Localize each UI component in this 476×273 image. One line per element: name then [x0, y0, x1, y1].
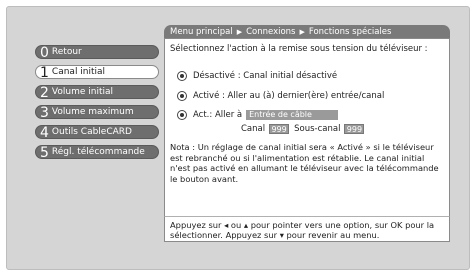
sidebar-item-number: 2 — [40, 85, 49, 101]
input-source-field[interactable]: Entrée de câble — [246, 110, 339, 120]
channel-field[interactable]: 999 — [269, 124, 290, 134]
sidebar-item-label: Retour — [51, 47, 82, 57]
sidebar-item-label: Volume maximum — [51, 107, 134, 117]
help-text: Appuyez sur — [170, 220, 222, 230]
sidebar-item-number: 5 — [40, 145, 49, 161]
option-label: Désactivé : Canal initial désactivé — [193, 71, 338, 81]
help-text: pour revenir au menu. — [286, 230, 380, 240]
help-text: ou — [230, 220, 242, 230]
sidebar-item-label: Outils CableCARD — [51, 127, 132, 137]
breadcrumb-arrow-icon: ▶ — [299, 27, 305, 36]
breadcrumb-arrow-icon: ▶ — [236, 27, 243, 36]
sidebar-item-maximum-volume[interactable]: 3 Volume maximum — [35, 105, 159, 121]
channel-label: Canal — [241, 124, 266, 134]
breadcrumb-item-special-functions: Fonctions spéciales — [308, 26, 392, 37]
up-arrow-icon: ▴ — [243, 220, 249, 230]
option-label: Activé : Aller au (à) dernier(ère) entré… — [193, 91, 385, 101]
sidebar-item-number: 3 — [40, 105, 49, 121]
option-disabled[interactable]: Désactivé : Canal initial désactivé — [177, 71, 337, 81]
panel-prompt: Sélectionnez l'action à la remise sous t… — [170, 44, 428, 54]
channel-row: Canal 999 Sous-canal 999 — [241, 124, 369, 134]
sidebar-item-number: 1 — [40, 65, 49, 81]
subchannel-field[interactable]: 999 — [344, 124, 365, 134]
breadcrumb-item-main-menu[interactable]: Menu principal — [170, 27, 233, 37]
note-text: Nota : Un réglage de canal initial sera … — [170, 142, 439, 184]
down-arrow-icon: ▾ — [279, 230, 284, 240]
sidebar-item-initial-volume[interactable]: 2 Volume initial — [35, 85, 159, 101]
radio-button-icon[interactable] — [177, 71, 187, 81]
sidebar-item-cablecard-tools[interactable]: 4 Outils CableCARD — [35, 125, 159, 141]
option-label: Act.: Aller à — [193, 110, 243, 120]
left-arrow-icon: ◂ — [224, 220, 229, 230]
option-last-input[interactable]: Activé : Aller au (à) dernier(ère) entré… — [177, 91, 384, 101]
breadcrumb: Menu principal ▶ Connexions ▶ Fonctions … — [164, 25, 450, 38]
sidebar-item-back[interactable]: 0 Retour — [35, 45, 159, 61]
settings-panel: Sélectionnez l'action à la remise sous t… — [164, 38, 450, 242]
breadcrumb-item-connections[interactable]: Connexions — [246, 27, 295, 37]
sidebar-item-number: 4 — [40, 125, 49, 141]
sidebar-item-initial-channel[interactable]: 1 Canal initial — [35, 65, 159, 81]
sidebar-item-remote-settings[interactable]: 5 Régl. télécommande — [35, 145, 159, 161]
radio-button-icon[interactable] — [177, 110, 187, 120]
sidebar-item-label: Volume initial — [51, 87, 114, 97]
subchannel-label: Sous-canal — [294, 124, 341, 134]
sidebar-item-number: 0 — [40, 45, 49, 61]
sidebar-menu: 0 Retour 1 Canal initial 2 Volume initia… — [35, 45, 159, 165]
option-go-to[interactable]: Act.: Aller à Entrée de câble — [177, 110, 339, 120]
sidebar-item-label: Canal initial — [51, 67, 106, 77]
help-bar: Appuyez sur ◂ ou ▴ pour pointer vers une… — [164, 216, 450, 242]
radio-button-icon[interactable] — [177, 91, 187, 101]
sidebar-item-label: Régl. télécommande — [51, 147, 145, 157]
